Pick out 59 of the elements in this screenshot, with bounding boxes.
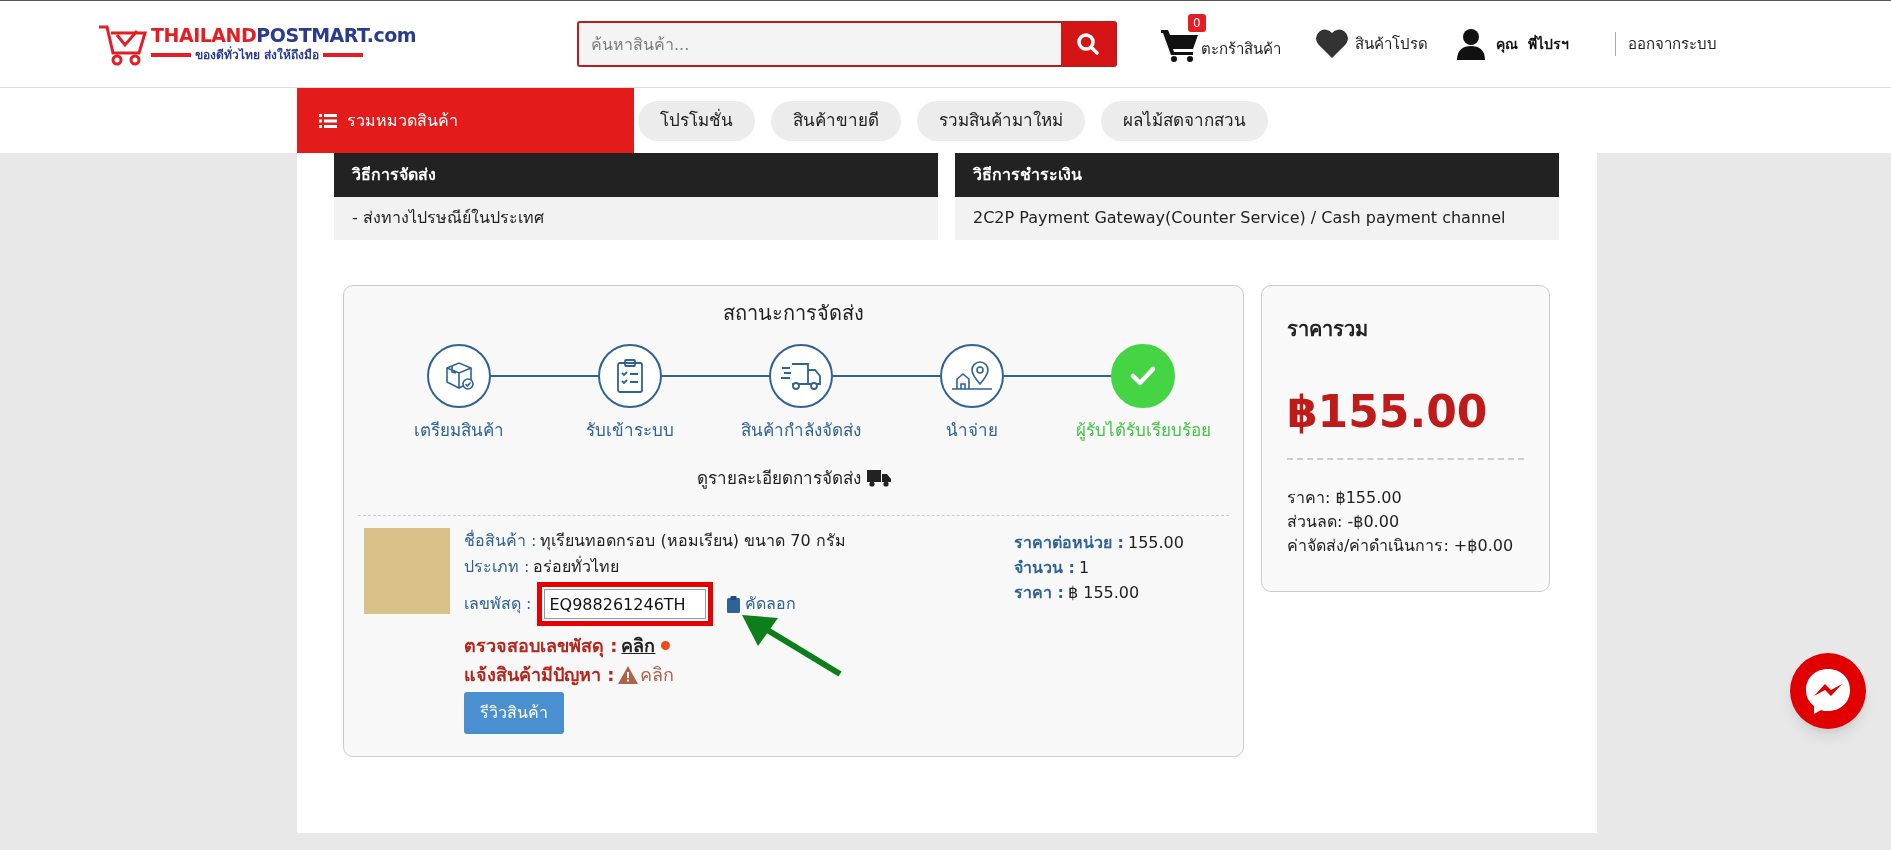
- field-label: เลขพัสดุ :: [464, 593, 532, 616]
- field-label: ประเภท :: [464, 556, 530, 578]
- info-panel-title: วิธีการจัดส่ง: [334, 153, 938, 197]
- summary-line: ค่าจัดส่ง/ค่าดำเนินการ: +฿0.00: [1287, 535, 1515, 557]
- messenger-chat-button[interactable]: [1790, 653, 1866, 729]
- category-menu-button[interactable]: รวมหมวดสินค้า: [297, 88, 634, 153]
- nav-tab[interactable]: สินค้าขายดี: [771, 100, 901, 141]
- shipping-details-link[interactable]: ดูรายละเอียดการจัดส่ง: [696, 465, 891, 491]
- step-label: รับเข้าระบบ: [585, 419, 674, 442]
- nav-tab[interactable]: รวมสินค้ามาใหม่: [917, 100, 1085, 141]
- product-name: ทุเรียนทอดกรอบ (หอมเรียน) ขนาด 70 กรัม: [540, 530, 846, 553]
- warning-icon: [618, 665, 639, 684]
- house-location-icon: [950, 360, 995, 392]
- info-panel-text: 2C2P Payment Gateway(Counter Service) / Cash payment channel: [972, 207, 1507, 229]
- product-category: อร่อยทั่วไทย: [533, 555, 620, 578]
- price: ฿ 155.00: [1067, 581, 1140, 604]
- field-label: ตรวจสอบเลขพัสดุ :: [464, 634, 618, 659]
- logo-tagline: ของดีทั่วไทย ส่งให้ถึงมือ: [195, 46, 320, 64]
- field-label: ราคา :: [1014, 581, 1064, 604]
- list-icon: [319, 113, 337, 128]
- clipboard-icon: [614, 358, 645, 394]
- truck-icon: [780, 360, 822, 392]
- field-label: ราคาต่อหน่วย :: [1014, 531, 1124, 554]
- cart-link[interactable]: ตะกร้าสินค้า 0: [1161, 14, 1281, 62]
- copy-link[interactable]: คัดลอก: [727, 592, 797, 616]
- check-tracking-link[interactable]: คลิก: [621, 632, 656, 659]
- favorites-link[interactable]: สินค้าโปรด: [1315, 29, 1428, 59]
- field-label: ชื่อสินค้า :: [464, 529, 537, 552]
- summary-line: ส่วนลด: -฿0.00: [1287, 511, 1401, 533]
- cart-icon: [1161, 28, 1199, 62]
- tracking-number-field[interactable]: EQ988261246TH: [544, 589, 707, 619]
- user-icon: [1456, 28, 1486, 60]
- unit-price: 155.00: [1127, 531, 1184, 554]
- step-label: เตรียมสินค้า: [413, 419, 504, 442]
- checkmark-icon: [1129, 365, 1158, 387]
- total-price: ฿155.00: [1287, 386, 1489, 438]
- nav-tab[interactable]: โปรโมชั่น: [638, 100, 755, 141]
- summary-line: ราคา: ฿155.00: [1287, 487, 1403, 509]
- status-title: สถานะการจัดส่ง: [723, 300, 864, 327]
- cart-count-badge: 0: [1188, 14, 1206, 32]
- user-greeting: คุณ: [1496, 34, 1518, 55]
- truck-icon: [866, 469, 891, 488]
- quantity: 1: [1078, 556, 1090, 579]
- info-panel-text: - ส่งทางไปรษณีย์ในประเทศ: [351, 207, 545, 229]
- clipboard-icon: [727, 595, 741, 613]
- nav-tab[interactable]: ผลไม้สดจากสวน: [1101, 100, 1268, 141]
- chat-icon: [1803, 666, 1853, 716]
- step-label: นำจ่าย: [946, 419, 999, 442]
- user-name: พี่ไปรฯ: [1528, 33, 1569, 54]
- heart-icon: [1315, 29, 1349, 59]
- info-panel-title: วิธีการชำระเงิน: [955, 153, 1559, 197]
- field-label: แจ้งสินค้ามีปัญหา :: [464, 663, 615, 688]
- logo-text: THAILANDPOSTMART.com: [151, 24, 417, 46]
- step-label: ผู้รับได้รับเรียบร้อย: [1075, 419, 1211, 443]
- step-label: สินค้ากำลังจัดส่ง: [741, 419, 861, 442]
- field-label: จำนวน :: [1014, 556, 1075, 579]
- summary-title: ราคารวม: [1287, 316, 1369, 343]
- report-problem-link[interactable]: คลิก: [618, 661, 675, 688]
- logout-link[interactable]: ออกจากระบบ: [1628, 32, 1717, 56]
